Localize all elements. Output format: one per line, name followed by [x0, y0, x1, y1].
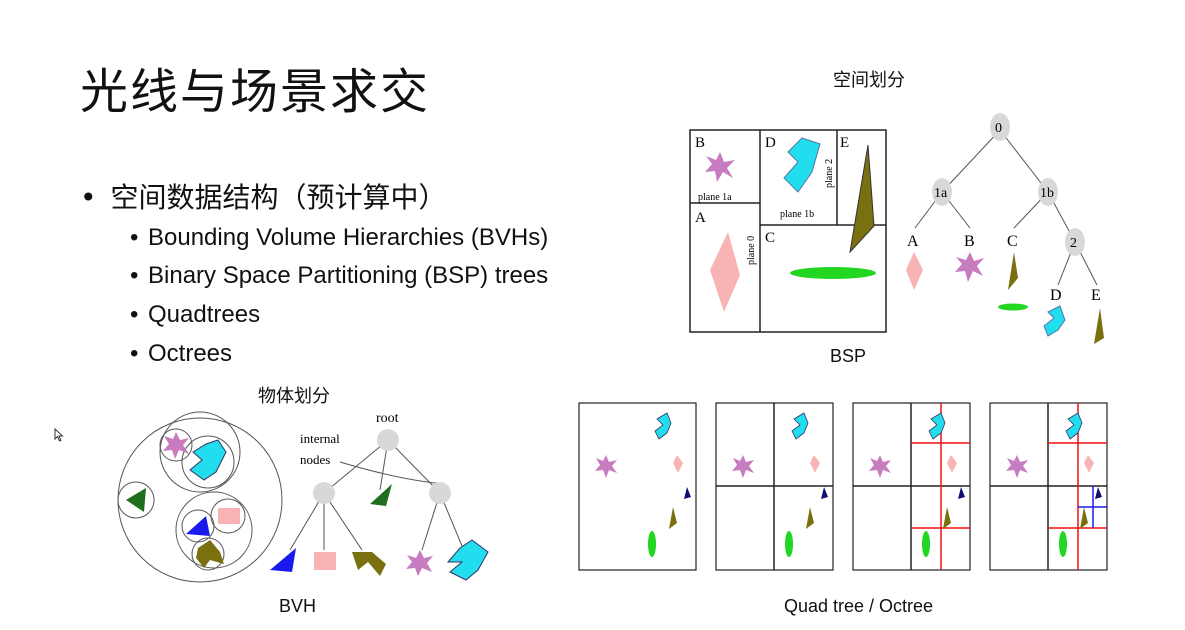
sub-bullet-text: Binary Space Partitioning (BSP) trees [148, 262, 549, 289]
bvh-cyan [189, 439, 227, 481]
bullet-dot: • [130, 301, 139, 328]
bvh-internal-node-left [313, 482, 335, 504]
slide-title: 光线与场景求交 [80, 64, 431, 120]
bullet-dot: • [130, 340, 139, 367]
bvh-leaf-olive [352, 552, 386, 576]
region-label-e: E [840, 135, 849, 151]
tree-node-1a-label: 1a [934, 186, 948, 201]
bvh-blue [186, 516, 210, 536]
bvh-olive [196, 540, 224, 568]
tree-node-1b-label: 1b [1040, 186, 1054, 201]
bvh-leaf-blue [270, 548, 296, 572]
bvh-root-label: root [376, 411, 399, 426]
tree-leaf-d: D [1050, 287, 1062, 304]
bvh-pink-rect [218, 508, 240, 524]
plane-0-label: plane 0 [746, 236, 757, 265]
plane-2-label: plane 2 [824, 159, 835, 188]
sub-bullet-quadtrees: • Quadtrees [130, 301, 260, 329]
sub-bullet-text: Quadtrees [148, 301, 261, 328]
green-ellipse [790, 267, 876, 279]
quadtree-panel-4 [989, 402, 1108, 571]
bvh-tree-green [370, 484, 392, 506]
bvh-root-node [377, 429, 399, 451]
tree-leaf-c: C [1007, 233, 1018, 250]
quadtree-panel-1 [578, 402, 697, 571]
region-label-b: B [695, 135, 705, 151]
bvh-caption: BVH [279, 596, 317, 616]
mouse-cursor-icon [54, 428, 64, 442]
plane-1a-label: plane 1a [698, 192, 732, 203]
quadtree-panel-3 [852, 402, 971, 571]
leaf-cyan-polygon [1043, 305, 1066, 337]
tree-leaf-a: A [907, 233, 919, 250]
sub-bullet-bvh: • Bounding Volume Hierarchies (BVHs) [130, 224, 548, 252]
bvh-star [163, 432, 189, 459]
sub-bullet-text: Octrees [148, 340, 233, 367]
bvh-internal-label: internal [300, 431, 340, 446]
bsp-heading: 空间划分 [833, 70, 905, 90]
tree-leaf-e: E [1091, 287, 1101, 304]
bullet-main: • 空间数据结构（预计算中） [80, 176, 447, 216]
bvh-leaf-pink [314, 552, 336, 570]
bvh-internal-node-right [429, 482, 451, 504]
plane-1b-label: plane 1b [780, 209, 814, 220]
quad-caption: Quad tree / Octree [784, 596, 934, 616]
region-label-c: C [765, 230, 775, 246]
tree-leaf-b: B [964, 233, 975, 250]
bullet-dot: • [130, 262, 139, 289]
tree-node-2-label: 2 [1070, 236, 1077, 251]
leaf-pink-diamond [906, 252, 923, 290]
bvh-leaf-cyan [446, 539, 489, 581]
quadtree-panel-2 [715, 402, 834, 571]
sub-bullet-text: Bounding Volume Hierarchies (BVHs) [148, 224, 549, 251]
leaf-green-ellipse [998, 303, 1028, 311]
leaf-star [955, 252, 984, 282]
bullet-main-text: 空间数据结构（预计算中） [110, 181, 447, 214]
leaf-olive-triangle-e [1094, 308, 1104, 344]
tree-node-0-label: 0 [995, 121, 1002, 136]
bullet-dot: • [130, 224, 139, 251]
region-label-a: A [695, 210, 706, 226]
sub-bullet-bsp: • Binary Space Partitioning (BSP) trees [130, 262, 548, 290]
region-label-d: D [765, 135, 776, 151]
bvh-diagram: root internal nodes [117, 411, 489, 583]
bullet-dot: • [80, 181, 97, 214]
bvh-nodes-label: nodes [300, 452, 330, 467]
sub-bullet-octrees: • Octrees [130, 340, 232, 368]
leaf-olive-triangle [1008, 252, 1018, 290]
bvh-leaf-star [406, 550, 433, 576]
bvh-green [126, 488, 146, 512]
bsp-diagram: B A C D E plane 1a plane 0 plane 1b plan… [689, 113, 1104, 344]
quadtree-diagram [578, 402, 1108, 571]
